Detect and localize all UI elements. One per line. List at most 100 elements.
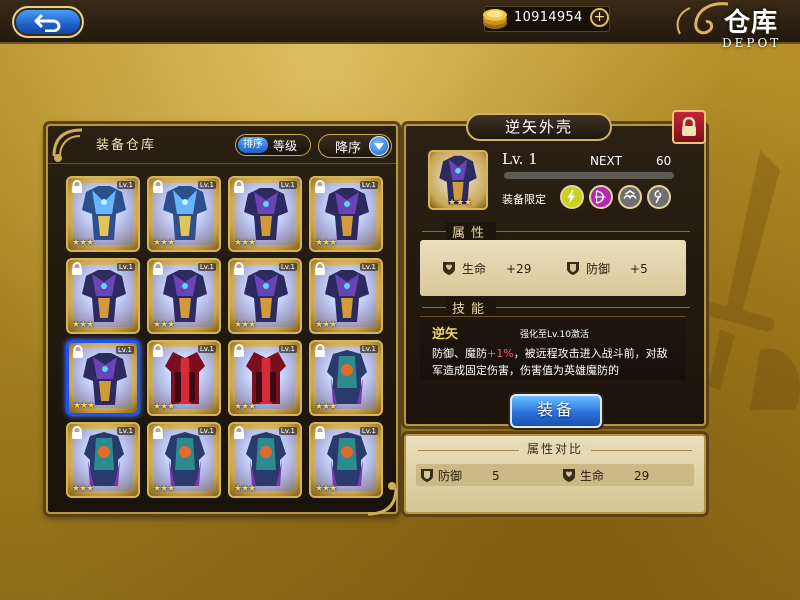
shield-icon <box>567 262 579 275</box>
equipment-slot[interactable]: Lv.1 ★★★ <box>147 176 221 252</box>
slot-level: Lv.1 <box>278 181 297 189</box>
slot-level: Lv.1 <box>197 427 216 435</box>
compare-panel: 属性对比 防御 5 生命 29 <box>404 434 706 514</box>
wave-icon <box>618 185 642 209</box>
exp-progress-bar <box>503 171 675 180</box>
swirl-icon <box>647 185 671 209</box>
slot-level: Lv.1 <box>359 181 378 189</box>
slot-level: Lv.1 <box>116 427 135 435</box>
skill-description: 防御、魔防+1%，被远程攻击进入战斗前，对敌军造成固定伤害，伤害值为英雄魔防的 <box>432 347 668 377</box>
gold-coin-icon <box>483 9 507 29</box>
lock-icon <box>682 117 696 136</box>
equip-button[interactable]: 装备 <box>510 394 602 428</box>
equipment-slot[interactable]: Lv.1 ★★★ <box>228 340 302 416</box>
equipment-slot[interactable]: Lv.1 ★★★ <box>228 258 302 334</box>
attr-hp-value: +29 <box>506 261 532 276</box>
lock-icon <box>72 180 82 193</box>
heart-shield-icon <box>563 469 575 482</box>
slot-stars: ★★★ <box>234 320 256 330</box>
sort-button[interactable]: 排序 等级 <box>235 134 311 156</box>
sort-badge: 排序 <box>238 137 268 153</box>
slot-stars: ★★★ <box>153 402 175 412</box>
equipment-slot[interactable]: Lv.1 ★★★ <box>147 422 221 498</box>
slot-stars: ★★★ <box>234 484 256 494</box>
blue-armor-icon <box>163 186 207 240</box>
sword-watermark-icon <box>705 150 800 410</box>
order-dropdown[interactable]: 降序 <box>318 134 392 158</box>
equipment-slot[interactable]: Lv.1 ★★★ <box>66 340 140 416</box>
warehouse-title: 装备仓库 <box>96 138 157 153</box>
shield-icon <box>421 469 433 482</box>
add-coin-button[interactable]: + <box>590 8 609 27</box>
equipment-slot[interactable]: Lv.1 ★★★ <box>228 176 302 252</box>
class-icons <box>560 185 671 209</box>
lightning-icon <box>560 185 584 209</box>
dark-armor-icon <box>163 270 207 322</box>
compare-def-value: 5 <box>492 468 500 483</box>
chevron-down-icon <box>369 136 389 156</box>
lock-icon <box>153 426 163 439</box>
lock-icon <box>234 262 244 275</box>
page-title: 仓库 <box>724 8 779 38</box>
item-stars: ★★★ <box>448 198 473 208</box>
attr-section-title: 属性 <box>422 222 690 241</box>
equipment-slot[interactable]: Lv.1 ★★★ <box>147 340 221 416</box>
skill-box: 逆矢 强化至Lv.10激活 防御、魔防+1%，被远程攻击进入战斗前，对敌军造成固… <box>420 316 686 380</box>
dark-armor-icon <box>82 270 126 322</box>
equipment-slot[interactable]: Lv.1 ★★★ <box>309 176 383 252</box>
slot-stars: ★★★ <box>72 238 94 248</box>
slot-stars: ★★★ <box>72 320 94 330</box>
lock-icon <box>315 262 325 275</box>
attr-box: 生命 +29 防御 +5 <box>420 240 686 296</box>
slot-stars: ★★★ <box>315 484 337 494</box>
top-bar: 10914954 + 仓库 DEPOT <box>0 0 800 50</box>
slot-level: Lv.1 <box>278 345 297 353</box>
slot-level: Lv.1 <box>197 263 216 271</box>
corner-ornament-icon <box>52 128 83 162</box>
lock-icon <box>72 262 82 275</box>
slot-stars: ★★★ <box>234 402 256 412</box>
lock-icon <box>315 344 325 357</box>
lock-icon <box>153 180 163 193</box>
slot-level: Lv.1 <box>115 346 134 354</box>
compare-title: 属性对比 <box>406 440 704 457</box>
lock-icon <box>234 344 244 357</box>
equipment-slot[interactable]: Lv.1 ★★★ <box>66 176 140 252</box>
page-subtitle: DEPOT <box>722 36 782 50</box>
item-icon: ★★★ <box>428 150 488 210</box>
equipment-slot[interactable]: Lv.1 ★★★ <box>309 258 383 334</box>
attr-def-value: +5 <box>630 261 648 276</box>
lock-icon <box>315 426 325 439</box>
slot-stars: ★★★ <box>153 320 175 330</box>
equipment-slot[interactable]: Lv.1 ★★★ <box>66 258 140 334</box>
skill-enhance-note: 强化至Lv.10激活 <box>520 330 589 340</box>
equipment-slot[interactable]: Lv.1 ★★★ <box>309 340 383 416</box>
back-button[interactable] <box>12 6 84 38</box>
slot-level: Lv.1 <box>359 345 378 353</box>
equipment-slot[interactable]: Lv.1 ★★★ <box>147 258 221 334</box>
flourish-ornament-icon <box>676 2 729 35</box>
lock-button[interactable] <box>672 110 706 144</box>
dark-armor-icon <box>325 270 369 322</box>
bow-icon <box>589 185 613 209</box>
teal-robe-icon <box>84 432 124 486</box>
lock-icon <box>72 426 82 439</box>
lock-icon <box>234 180 244 193</box>
skill-name: 逆矢 <box>432 327 459 342</box>
blue-armor-icon <box>82 186 126 240</box>
attr-hp: 生命 +29 <box>442 260 531 277</box>
teal-robe-icon <box>165 432 205 486</box>
dark-armor-icon <box>244 188 288 240</box>
equipment-slot[interactable]: Lv.1 ★★★ <box>228 422 302 498</box>
lock-icon <box>234 426 244 439</box>
sort-value: 等级 <box>273 138 298 153</box>
heart-shield-icon <box>443 262 455 275</box>
skill-section-title: 技能 <box>422 298 690 317</box>
slot-stars: ★★★ <box>315 402 337 412</box>
teal-robe-icon <box>246 432 286 486</box>
slot-level: Lv.1 <box>278 263 297 271</box>
slot-level: Lv.1 <box>278 427 297 435</box>
restrict-label: 装备限定 <box>502 193 546 206</box>
slot-stars: ★★★ <box>234 238 256 248</box>
equipment-slot[interactable]: Lv.1 ★★★ <box>66 422 140 498</box>
